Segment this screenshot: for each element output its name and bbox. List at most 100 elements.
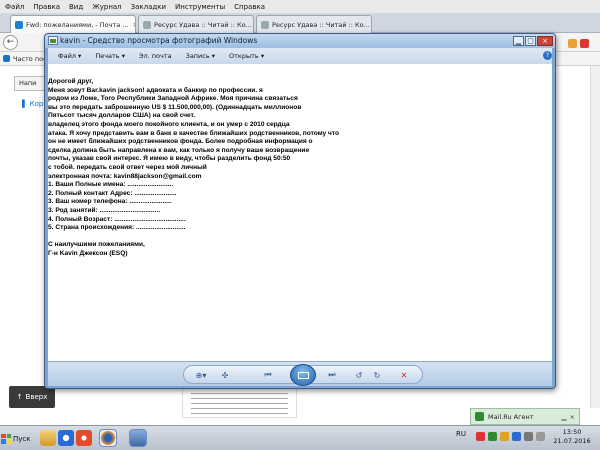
clock-date: 21.07.2016 — [553, 437, 591, 445]
browser-tab-label: Ресурс Удава :: Читай :: Ко... — [154, 20, 252, 29]
tray-icon[interactable] — [476, 432, 485, 441]
mail-favicon-icon — [15, 20, 23, 29]
viewer-menu-print-label: Печать — [95, 52, 120, 60]
help-icon[interactable]: ? — [543, 51, 552, 60]
browser-menu-file[interactable]: Файл — [5, 3, 24, 11]
viewer-titlebar[interactable]: kavin - Средство просмотра фотографий Wi… — [45, 34, 555, 48]
zoom-icon[interactable]: ⊕▾ — [190, 368, 212, 382]
back-arrow-icon[interactable]: ← — [3, 35, 18, 50]
photo-viewer-app-icon — [48, 36, 58, 45]
delete-icon[interactable]: ✕ — [396, 368, 412, 382]
mailru-agent-panel[interactable]: Mail.Ru Агент ▁ × — [470, 408, 580, 425]
attachment-preview[interactable] — [182, 388, 297, 418]
close-button[interactable]: × — [537, 36, 553, 46]
browser-menu-bar: Файл Правка Вид Журнал Закладки Инструме… — [0, 0, 600, 13]
tray-icon[interactable] — [512, 432, 521, 441]
bookmark-favicon-icon — [3, 55, 10, 62]
close-icon[interactable]: × — [570, 413, 575, 421]
letter-line: владелец этого фонда моего покойного кли… — [48, 120, 290, 128]
letter-line: Г-н Kavin Джексон (ESQ) — [48, 249, 128, 257]
browser-tab-mail[interactable]: Fwd: пожеланиями, - Почта ... × — [10, 15, 136, 33]
viewer-menu-file[interactable]: Файл ▾ — [58, 52, 81, 60]
folder-icon[interactable] — [40, 430, 56, 446]
tray-icon[interactable] — [488, 432, 497, 441]
letter-line: родом из Ломе, Того Республики Западной … — [48, 95, 298, 103]
previous-icon[interactable]: ⏮ — [256, 368, 280, 382]
letter-line: почты, указав свой интерес. Я имею в вид… — [48, 155, 291, 163]
browser-tab-label: Ресурс Удава :: Читай :: Ко... — [272, 20, 370, 29]
clock[interactable]: 13:50 21.07.2016 — [548, 428, 596, 446]
addon-icon[interactable] — [568, 38, 577, 48]
browser-tab-strip: Fwd: пожеланиями, - Почта ... × Ресурс У… — [0, 13, 600, 33]
letter-line: атака. Я хочу представить вам в банк в к… — [48, 129, 340, 137]
browser-tab-label: Fwd: пожеланиями, - Почта ... — [26, 20, 129, 29]
viewer-menu-burn-label: Запись — [185, 52, 210, 60]
letter-line: Дорогой друг, — [48, 78, 94, 85]
system-tray — [476, 432, 545, 441]
letter-line: 4. Полный Возраст: .....................… — [48, 215, 186, 223]
letter-line: Меня зовут Bar.kavin jackson! адвоката и… — [48, 86, 263, 94]
page-scrollbar[interactable] — [590, 66, 600, 408]
scroll-up-label: Вверх — [25, 393, 48, 401]
browser-menu-view[interactable]: Вид — [69, 3, 83, 11]
close-icon[interactable]: × — [128, 21, 135, 29]
clock-time: 13:50 — [562, 428, 582, 436]
page-left-area — [0, 66, 44, 381]
browser-tab-udav-1[interactable]: Ресурс Удава :: Читай :: Ко... × — [138, 15, 254, 33]
letter-line: 3. Род занятий: ........................… — [48, 206, 161, 214]
viewer-controls: ⊕▾ ✣ ⏮ ⏭ ↺ ↻ ✕ — [183, 364, 423, 386]
slideshow-button[interactable] — [290, 364, 316, 386]
viewer-menu-burn[interactable]: Запись ▾ — [186, 52, 215, 60]
firefox-icon[interactable] — [99, 429, 117, 447]
browser-menu-tools[interactable]: Инструменты — [175, 3, 225, 11]
browser-menu-edit[interactable]: Правка — [33, 3, 60, 11]
side-link-label: Кор — [29, 100, 44, 108]
viewer-menu-open-label: Открыть — [229, 52, 259, 60]
viewer-bottom-toolbar: ⊕▾ ✣ ⏮ ⏭ ↺ ↻ ✕ — [48, 361, 552, 386]
browser-menu-bookmarks[interactable]: Закладки — [131, 3, 166, 11]
viewer-menu-open[interactable]: Открыть ▾ — [229, 52, 264, 60]
addon-icon[interactable] — [580, 38, 589, 48]
letter-line — [48, 233, 548, 242]
maximize-button[interactable]: □ — [525, 36, 536, 46]
next-icon[interactable]: ⏭ — [320, 368, 344, 382]
page-favicon-icon — [143, 20, 151, 29]
browser-tab-udav-2[interactable]: Ресурс Удава :: Читай :: Ко... × — [256, 15, 372, 33]
minimize-button[interactable]: ▁ — [513, 36, 524, 46]
letter-line: 3. Ваш номер телефона: .................… — [48, 198, 172, 206]
windows-taskbar: Пуск RU 13:50 21.07.2016 — [0, 425, 600, 450]
viewer-menu-email[interactable]: Эл. почта — [139, 52, 172, 60]
letter-line: 5. Страна происхождения: ...............… — [48, 224, 186, 232]
letter-line: 2. Полный контакт Адрес: ...............… — [48, 189, 177, 197]
browser-addon-icons — [568, 37, 598, 49]
agent-icon — [475, 412, 484, 421]
scroll-up-button[interactable]: ↑ Вверх — [9, 386, 55, 408]
close-icon[interactable]: × — [252, 21, 253, 29]
rotate-right-icon[interactable]: ↻ — [370, 368, 384, 382]
arrow-up-icon: ↑ — [16, 393, 23, 401]
viewer-command-bar: Файл ▾ Печать ▾ Эл. почта Запись ▾ Откры… — [48, 48, 552, 64]
minimize-icon[interactable]: ▁ — [562, 413, 567, 421]
letter-line: он не имеет ближайших родственников фонд… — [48, 138, 313, 146]
letter-line: 1. Ваши Полные имена: ..................… — [48, 181, 174, 189]
letter-line: электронная почта: kavin88jackson@gmail.… — [48, 172, 202, 180]
compose-button[interactable]: Напи — [14, 76, 48, 91]
volume-icon[interactable] — [536, 432, 545, 441]
media-player-icon[interactable] — [76, 430, 92, 446]
side-link[interactable]: ▌ Кор — [22, 100, 43, 108]
start-button[interactable]: Пуск — [1, 428, 35, 449]
internet-explorer-icon[interactable] — [58, 430, 74, 446]
viewer-menu-print[interactable]: Печать ▾ — [95, 52, 125, 60]
rotate-left-icon[interactable]: ↺ — [352, 368, 366, 382]
photo-viewer-taskbar-icon[interactable] — [129, 429, 147, 447]
photo-viewer-window: kavin - Средство просмотра фотографий Wi… — [44, 33, 556, 389]
browser-menu-help[interactable]: Справка — [234, 3, 265, 11]
language-indicator[interactable]: RU — [456, 430, 466, 438]
tray-icon[interactable] — [500, 432, 509, 441]
letter-line: Пятьсот тысяч долларов США) на свой счет… — [48, 112, 196, 120]
network-icon[interactable] — [524, 432, 533, 441]
start-label: Пуск — [13, 434, 31, 443]
close-icon[interactable]: × — [370, 21, 371, 29]
actual-size-icon[interactable]: ✣ — [218, 368, 232, 382]
browser-menu-history[interactable]: Журнал — [92, 3, 121, 11]
